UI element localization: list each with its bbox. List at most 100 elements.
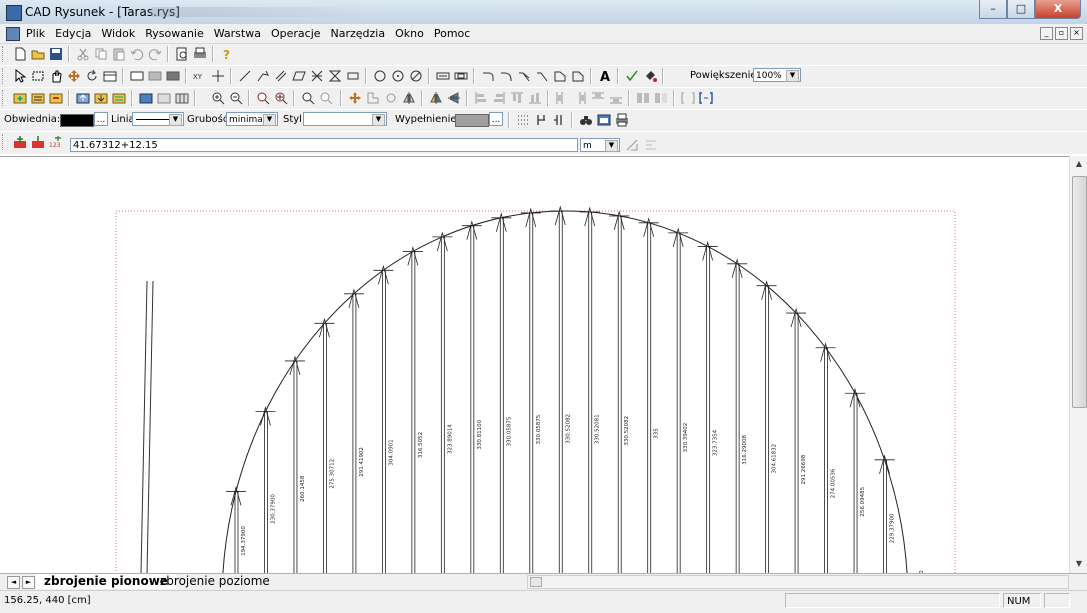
open-folder-icon[interactable] bbox=[31, 47, 45, 61]
dimension-box-icon[interactable] bbox=[454, 69, 468, 83]
zoom-window-icon[interactable] bbox=[256, 91, 270, 105]
zoom-real-icon[interactable] bbox=[319, 91, 333, 105]
layer-up-icon[interactable] bbox=[76, 91, 90, 105]
arc-two-icon[interactable] bbox=[499, 69, 513, 83]
zoom-in-icon[interactable] bbox=[211, 91, 225, 105]
align-bottom-icon[interactable] bbox=[528, 91, 542, 105]
zoom-select[interactable]: 100% ▼ bbox=[753, 68, 801, 82]
close-button[interactable]: X bbox=[1035, 0, 1081, 19]
shape-d2-icon[interactable] bbox=[571, 69, 585, 83]
mdi-close-button[interactable]: × bbox=[1070, 27, 1083, 40]
line-icon[interactable] bbox=[238, 69, 252, 83]
distribute-left-icon[interactable] bbox=[555, 91, 569, 105]
move-icon[interactable] bbox=[67, 69, 81, 83]
paste-icon[interactable] bbox=[112, 47, 126, 61]
zoom-previous-icon[interactable] bbox=[301, 91, 315, 105]
fill-color-more-button[interactable]: ... bbox=[489, 112, 503, 126]
layer-swap-icon[interactable] bbox=[112, 91, 126, 105]
tab-zbrojenie-poziome[interactable]: zbrojenie poziome bbox=[152, 574, 278, 589]
rotate-icon[interactable] bbox=[85, 69, 99, 83]
distribute-top-icon[interactable] bbox=[591, 91, 605, 105]
parallelogram-icon[interactable] bbox=[292, 69, 306, 83]
layer-grid-icon[interactable] bbox=[175, 91, 189, 105]
layer-down-icon[interactable] bbox=[94, 91, 108, 105]
help-icon[interactable]: ? bbox=[220, 47, 234, 61]
chevron-down-icon[interactable]: ▼ bbox=[786, 70, 799, 82]
align-right-icon[interactable] bbox=[492, 91, 506, 105]
undo-icon[interactable] bbox=[130, 47, 144, 61]
properties-window-icon[interactable] bbox=[597, 113, 611, 127]
chevron-down-icon[interactable]: ▼ bbox=[372, 114, 385, 126]
scroll-up-arrow[interactable]: ▲ bbox=[1073, 158, 1085, 170]
drawing-svg[interactable]: 194.37900 230.37900 260.1458 275.30712 291.4… bbox=[0, 157, 1069, 574]
minimize-button[interactable]: – bbox=[979, 0, 1007, 19]
chevron-down-icon[interactable]: ▼ bbox=[263, 114, 276, 126]
menu-okno[interactable]: Okno bbox=[395, 27, 424, 40]
coord-point-icon[interactable] bbox=[13, 135, 27, 149]
rotate-object-icon[interactable] bbox=[384, 91, 398, 105]
menu-plik[interactable]: Plik bbox=[26, 27, 45, 40]
move-object-icon[interactable] bbox=[348, 91, 362, 105]
polyline-icon[interactable] bbox=[256, 69, 270, 83]
layer-list-icon[interactable] bbox=[31, 91, 45, 105]
accept-coords-icon[interactable] bbox=[625, 138, 639, 152]
print-icon[interactable] bbox=[193, 47, 207, 61]
line-type-select[interactable]: ▼ bbox=[132, 112, 184, 126]
fill-bucket-icon[interactable] bbox=[643, 69, 657, 83]
align-left-icon[interactable] bbox=[474, 91, 488, 105]
distribute-bottom-icon[interactable] bbox=[609, 91, 623, 105]
ungroup-icon[interactable] bbox=[654, 91, 668, 105]
binoculars-icon[interactable] bbox=[579, 113, 593, 127]
mirror-vertical-icon[interactable] bbox=[429, 91, 443, 105]
coord-numeric-icon[interactable]: 123 bbox=[49, 135, 63, 149]
redo-icon[interactable] bbox=[148, 47, 162, 61]
menu-narzedzia[interactable]: Narzędzia bbox=[331, 27, 386, 40]
vertical-scrollbar[interactable]: ▲ ▼ bbox=[1069, 156, 1087, 573]
tab-prev-button[interactable]: ◄ bbox=[7, 576, 20, 589]
style-select[interactable]: ▼ bbox=[303, 112, 387, 126]
check-icon[interactable] bbox=[625, 69, 639, 83]
star-lines-icon[interactable] bbox=[310, 69, 324, 83]
chevron-down-icon[interactable]: ▼ bbox=[605, 140, 618, 152]
rectangle-empty-icon[interactable] bbox=[130, 69, 144, 83]
drawing-canvas[interactable]: 194.37900 230.37900 260.1458 275.30712 291.4… bbox=[0, 156, 1069, 574]
zoom-all-icon[interactable] bbox=[274, 91, 288, 105]
rectangle-tool-icon[interactable] bbox=[346, 69, 360, 83]
horizontal-scroll-thumb[interactable] bbox=[530, 577, 542, 587]
cut-icon[interactable] bbox=[76, 47, 90, 61]
outline-color-swatch[interactable] bbox=[60, 114, 94, 127]
circle-icon[interactable] bbox=[373, 69, 387, 83]
printer-setup-icon[interactable] bbox=[615, 113, 629, 127]
hand-pan-icon[interactable] bbox=[49, 69, 63, 83]
menu-operacje[interactable]: Operacje bbox=[271, 27, 321, 40]
tab-next-button[interactable]: ► bbox=[22, 576, 35, 589]
menu-rysowanie[interactable]: Rysowanie bbox=[145, 27, 204, 40]
outline-color-more-button[interactable]: ... bbox=[94, 112, 108, 126]
menu-warstwa[interactable]: Warstwa bbox=[214, 27, 261, 40]
align-top-icon[interactable] bbox=[510, 91, 524, 105]
select-rectangle-icon[interactable] bbox=[31, 69, 45, 83]
arc-four-icon[interactable] bbox=[535, 69, 549, 83]
bracket-icon[interactable] bbox=[681, 91, 695, 105]
rectangle-gray-icon[interactable] bbox=[148, 69, 162, 83]
copy-icon[interactable] bbox=[94, 47, 108, 61]
hourglass-icon[interactable] bbox=[328, 69, 342, 83]
rectangle-filled-icon[interactable] bbox=[166, 69, 180, 83]
double-line-icon[interactable] bbox=[274, 69, 288, 83]
save-icon[interactable] bbox=[49, 47, 63, 61]
grid-dots-icon[interactable] bbox=[516, 113, 530, 127]
group-icon[interactable] bbox=[636, 91, 650, 105]
shape-d-icon[interactable] bbox=[553, 69, 567, 83]
coord-relative-icon[interactable] bbox=[31, 135, 45, 149]
scroll-down-arrow[interactable]: ▼ bbox=[1073, 558, 1085, 570]
mdi-restore-button[interactable]: ▫ bbox=[1055, 27, 1068, 40]
snap-grid-icon[interactable] bbox=[534, 113, 548, 127]
layer-props-icon[interactable] bbox=[139, 91, 153, 105]
print-preview-icon[interactable] bbox=[175, 47, 189, 61]
horizontal-scrollbar[interactable] bbox=[527, 575, 1069, 589]
unit-select[interactable]: m ▼ bbox=[580, 138, 620, 152]
circle-diameter-icon[interactable] bbox=[409, 69, 423, 83]
mirror-icon[interactable] bbox=[402, 91, 416, 105]
layer-remove-icon[interactable] bbox=[49, 91, 63, 105]
coords-options-icon[interactable] bbox=[644, 138, 658, 152]
